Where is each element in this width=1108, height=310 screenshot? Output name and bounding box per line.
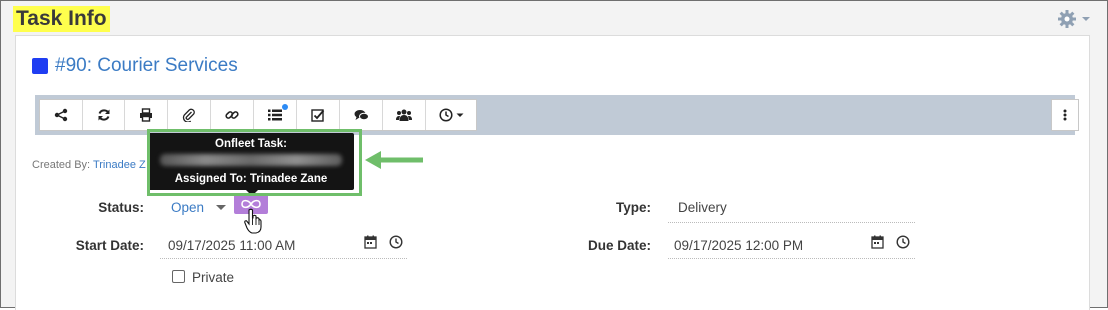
refresh-icon: [98, 109, 109, 121]
private-label: Private: [192, 270, 235, 285]
page-title: Task Info: [13, 6, 110, 32]
users-button[interactable]: [383, 100, 426, 130]
task-header: #90: Courier Services: [32, 55, 238, 77]
private-checkbox[interactable]: [172, 270, 185, 283]
attach-button[interactable]: [168, 100, 211, 130]
share-icon: [54, 108, 68, 122]
start-date-underline: [160, 258, 407, 259]
start-date-value[interactable]: 09/17/2025 11:00 AM: [168, 238, 295, 253]
task-panel: #90: Courier Services Created By: Trinad…: [15, 35, 1090, 310]
status-caret-icon[interactable]: [216, 205, 226, 210]
type-label: Type:: [615, 200, 651, 215]
due-date-value[interactable]: 09/17/2025 12:00 PM: [674, 238, 803, 253]
due-time-button[interactable]: [896, 235, 910, 254]
caret-down-icon: [1082, 17, 1090, 21]
start-date-calendar-button[interactable]: [364, 235, 377, 254]
due-date-label: Due Date:: [587, 238, 651, 253]
due-date-underline: [668, 258, 915, 259]
status-value[interactable]: Open: [171, 200, 204, 215]
clock-icon: [438, 108, 453, 122]
status-label: Status:: [98, 200, 144, 215]
annotation-arrow-icon: [365, 151, 423, 169]
link-button[interactable]: [211, 100, 254, 130]
checklist-button[interactable]: [297, 100, 340, 130]
calendar-icon: [871, 235, 884, 249]
print-button[interactable]: [125, 100, 168, 130]
start-date-label: Start Date:: [75, 238, 144, 253]
gear-icon: [1058, 10, 1076, 28]
list-icon: [268, 109, 282, 121]
clock-icon: [389, 235, 403, 249]
notification-dot: [282, 104, 288, 110]
refresh-button[interactable]: [83, 100, 125, 130]
paperclip-icon: [182, 108, 195, 122]
time-dropdown-button[interactable]: [426, 100, 476, 130]
start-time-button[interactable]: [389, 235, 403, 254]
created-by-label: Created By:: [32, 159, 91, 171]
due-date-calendar-button[interactable]: [871, 235, 884, 254]
task-title[interactable]: #90: Courier Services: [55, 55, 238, 77]
annotation-highlight-box: [147, 129, 362, 196]
hand-cursor-icon: [244, 208, 262, 234]
comments-icon: [354, 109, 369, 120]
comments-button[interactable]: [340, 100, 383, 130]
print-icon: [140, 108, 152, 122]
toolbar-button-group: [39, 99, 477, 131]
calendar-icon: [364, 235, 377, 249]
list-button[interactable]: [254, 100, 297, 130]
share-button[interactable]: [40, 100, 83, 130]
settings-dropdown[interactable]: [1057, 8, 1091, 30]
created-by: Created By: Trinadee Z: [32, 159, 146, 171]
task-color-swatch: [32, 58, 48, 74]
link-icon: [225, 111, 239, 119]
clock-icon: [896, 235, 910, 249]
type-value[interactable]: Delivery: [678, 200, 727, 215]
checkbox-icon: [311, 109, 325, 122]
type-underline: [668, 222, 915, 223]
more-options-button[interactable]: [1051, 99, 1079, 131]
users-icon: [396, 109, 412, 121]
created-by-link[interactable]: Trinadee Z: [93, 159, 146, 171]
vertical-ellipsis-icon: [1063, 109, 1067, 121]
caret-down-icon: [456, 113, 463, 117]
